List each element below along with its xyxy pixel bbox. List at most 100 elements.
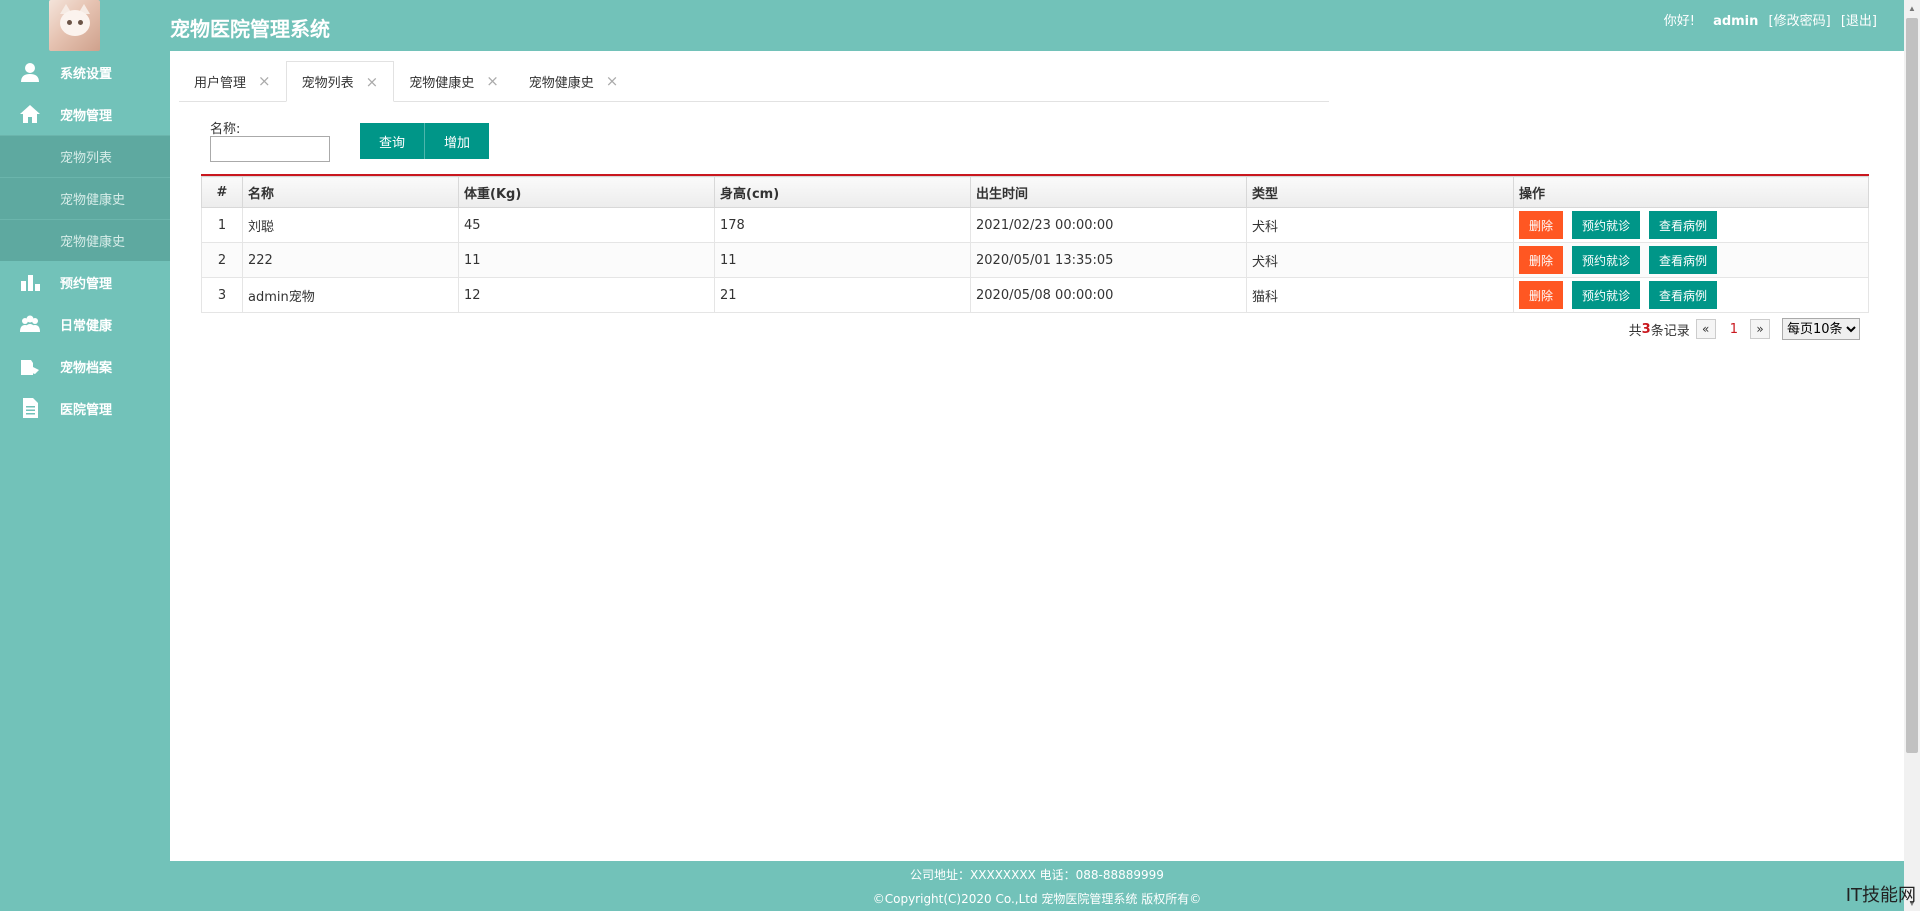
- record-count-suffix: 条记录: [1650, 323, 1690, 339]
- sidebar-item-label: 宠物档案: [60, 360, 113, 376]
- group-icon: [20, 315, 40, 332]
- cell-weight: 12: [458, 277, 715, 313]
- tab-bar: 用户管理 × 宠物列表 × 宠物健康史 × 宠物健康史 ×: [179, 61, 1329, 102]
- sidebar-menu: 系统设置 宠物管理 宠物列表 宠物健康史 宠物健康史 预约管理 日常健康 宠物档…: [0, 51, 170, 429]
- user-bar: 你好! admin [修改密码] [退出]: [1664, 10, 1877, 29]
- table-row: 1 刘聪 45 178 2021/02/23 00:00:00 犬科 删除 预约…: [201, 207, 1869, 243]
- cell-birth: 2021/02/23 00:00:00: [970, 207, 1247, 243]
- cell-index: 3: [201, 277, 243, 313]
- cell-height: 21: [714, 277, 971, 313]
- close-icon[interactable]: ×: [606, 72, 619, 90]
- tab-health-history-2[interactable]: 宠物健康史 ×: [514, 61, 634, 101]
- sidebar-item-label: 宠物管理: [60, 108, 113, 124]
- sidebar-subitem-health-history-1[interactable]: 宠物健康史: [0, 177, 170, 219]
- top-header: 宠物医院管理系统 你好! admin [修改密码] [退出]: [0, 0, 1920, 51]
- view-case-button[interactable]: 查看病例: [1649, 211, 1718, 239]
- cell-name: 刘聪: [242, 207, 459, 243]
- change-password-link[interactable]: [修改密码]: [1769, 14, 1831, 29]
- logout-link[interactable]: [退出]: [1841, 14, 1877, 29]
- tab-health-history-1[interactable]: 宠物健康史 ×: [394, 61, 514, 101]
- tab-pet-list[interactable]: 宠物列表 ×: [285, 61, 395, 102]
- close-icon[interactable]: ×: [258, 72, 271, 90]
- add-button[interactable]: 增加: [424, 123, 490, 159]
- cell-name: 222: [242, 242, 459, 278]
- name-label: 名称:: [210, 122, 241, 137]
- delete-button[interactable]: 删除: [1519, 246, 1564, 274]
- footer-address: 公司地址：XXXXXXXX 电话：088-88889999: [910, 868, 1164, 882]
- cell-weight: 11: [458, 242, 715, 278]
- delete-button[interactable]: 删除: [1519, 281, 1564, 309]
- user-icon: [21, 63, 39, 82]
- avatar-eye-left: [67, 20, 72, 25]
- cell-weight: 45: [458, 207, 715, 243]
- appointment-button[interactable]: 预约就诊: [1572, 211, 1641, 239]
- document-icon: [23, 398, 38, 418]
- query-button[interactable]: 查询: [360, 123, 425, 159]
- greeting-text: 你好!: [1663, 14, 1695, 29]
- table-header-row: # 名称 体重(Kg) 身高(cm) 出生时间 类型 操作: [201, 176, 1869, 208]
- page-size-select[interactable]: 每页10条: [1782, 318, 1860, 340]
- close-icon[interactable]: ×: [486, 72, 499, 90]
- sidebar-item-label: 系统设置: [60, 66, 113, 82]
- tab-label: 宠物健康史: [528, 75, 594, 91]
- tab-user-management[interactable]: 用户管理 ×: [179, 61, 286, 101]
- record-count-prefix: 共: [1628, 323, 1642, 339]
- cell-birth: 2020/05/08 00:00:00: [970, 277, 1247, 313]
- close-icon[interactable]: ×: [366, 73, 379, 91]
- tab-label: 宠物健康史: [409, 75, 475, 91]
- search-button-group: 查询 增加: [360, 123, 490, 159]
- sidebar-item-appointment[interactable]: 预约管理: [0, 261, 170, 303]
- pet-file-icon: [21, 360, 39, 375]
- column-header: 类型: [1246, 176, 1514, 208]
- avatar-eye-right: [78, 20, 83, 25]
- column-header: 操作: [1513, 176, 1869, 208]
- current-page[interactable]: 1: [1730, 322, 1738, 337]
- cell-actions: 删除 预约就诊 查看病例: [1513, 207, 1869, 243]
- sidebar: 系统设置 宠物管理 宠物列表 宠物健康史 宠物健康史 预约管理 日常健康 宠物档…: [0, 0, 170, 911]
- tab-label: 用户管理: [194, 75, 247, 91]
- appointment-button[interactable]: 预约就诊: [1572, 246, 1641, 274]
- tab-label: 宠物列表: [301, 76, 354, 91]
- appointment-button[interactable]: 预约就诊: [1572, 281, 1641, 309]
- sidebar-item-pet-management[interactable]: 宠物管理: [0, 93, 170, 135]
- sidebar-subitem-health-history-2[interactable]: 宠物健康史: [0, 219, 170, 261]
- record-count: 3: [1641, 321, 1651, 337]
- cell-height: 11: [714, 242, 971, 278]
- cell-type: 犬科: [1246, 207, 1514, 243]
- cell-actions: 删除 预约就诊 查看病例: [1513, 242, 1869, 278]
- sidebar-item-hospital[interactable]: 医院管理: [0, 387, 170, 429]
- sidebar-item-label: 医院管理: [60, 402, 113, 418]
- sidebar-item-system-settings[interactable]: 系统设置: [0, 51, 170, 93]
- cell-name: admin宠物: [242, 277, 459, 313]
- sidebar-item-daily-health[interactable]: 日常健康: [0, 303, 170, 345]
- sidebar-item-pet-file[interactable]: 宠物档案: [0, 345, 170, 387]
- name-search-input[interactable]: [210, 136, 330, 162]
- app-title: 宠物医院管理系统: [170, 17, 330, 41]
- column-header: 身高(cm): [714, 176, 971, 208]
- bar-chart-icon: [21, 275, 40, 291]
- pet-table: # 名称 体重(Kg) 身高(cm) 出生时间 类型 操作 1 刘聪 45 17…: [201, 176, 1869, 313]
- cell-index: 2: [201, 242, 243, 278]
- pet-table-wrapper: # 名称 体重(Kg) 身高(cm) 出生时间 类型 操作 1 刘聪 45 17…: [201, 174, 1869, 313]
- scrollbar-thumb[interactable]: [1906, 18, 1918, 753]
- avatar: [49, 0, 100, 51]
- view-case-button[interactable]: 查看病例: [1649, 281, 1718, 309]
- sidebar-subitem-pet-list[interactable]: 宠物列表: [0, 135, 170, 177]
- column-header: 名称: [242, 176, 459, 208]
- delete-button[interactable]: 删除: [1519, 211, 1564, 239]
- cell-birth: 2020/05/01 13:35:05: [970, 242, 1247, 278]
- cell-height: 178: [714, 207, 971, 243]
- sidebar-item-label: 预约管理: [60, 276, 113, 292]
- cell-type: 犬科: [1246, 242, 1514, 278]
- table-row: 2 222 11 11 2020/05/01 13:35:05 犬科 删除 预约…: [201, 242, 1869, 278]
- scroll-up-icon[interactable]: ▲: [1904, 0, 1920, 16]
- prev-page-button[interactable]: «: [1695, 319, 1716, 339]
- cell-index: 1: [201, 207, 243, 243]
- cell-type: 猫科: [1246, 277, 1514, 313]
- column-header: 体重(Kg): [458, 176, 715, 208]
- table-row: 3 admin宠物 12 21 2020/05/08 00:00:00 猫科 删…: [201, 277, 1869, 313]
- view-case-button[interactable]: 查看病例: [1649, 246, 1718, 274]
- home-icon: [20, 105, 40, 123]
- column-header: #: [201, 176, 243, 208]
- next-page-button[interactable]: »: [1750, 319, 1770, 339]
